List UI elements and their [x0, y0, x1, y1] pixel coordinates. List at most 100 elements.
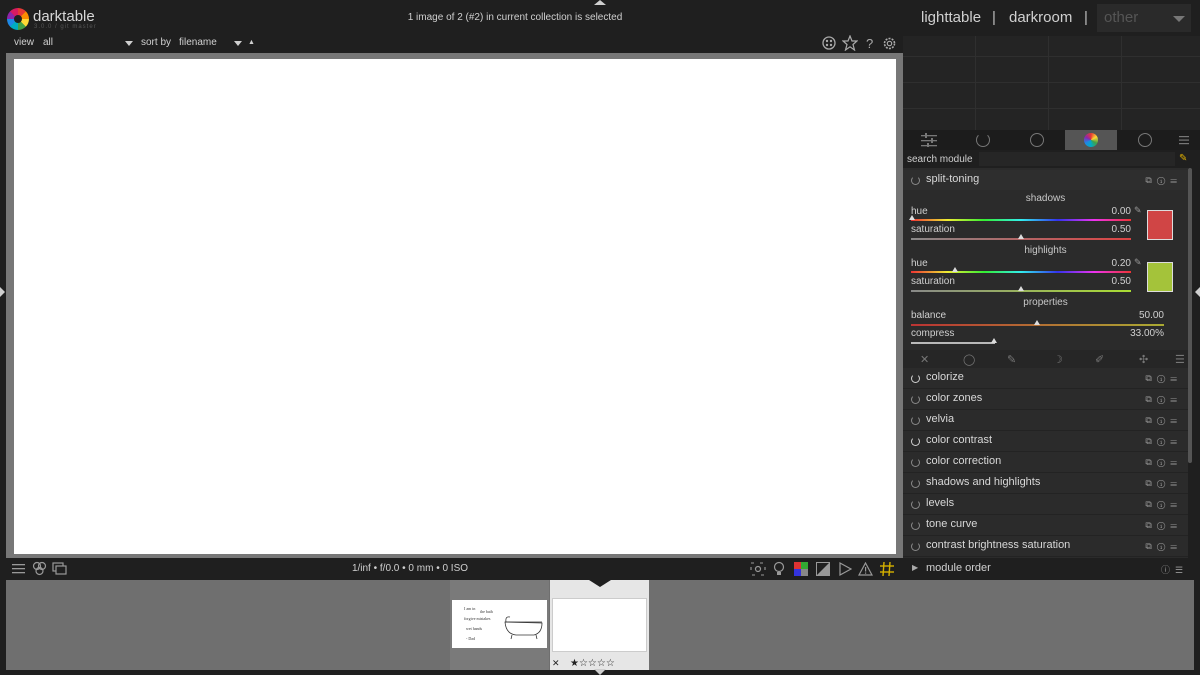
clear-search-icon[interactable]: ✎ — [1179, 153, 1187, 164]
module-row-velvia[interactable]: velvia ⧉ⓘ☰ — [903, 410, 1188, 431]
collapse-right-arrow-icon[interactable] — [1195, 287, 1200, 297]
power-icon[interactable] — [911, 374, 920, 383]
view-separator: | — [1084, 9, 1088, 26]
panel-scrollbar[interactable] — [1188, 168, 1192, 463]
star-rating[interactable]: ★☆☆☆☆ — [570, 658, 615, 669]
power-icon[interactable] — [911, 458, 920, 467]
shadows-color-swatch[interactable] — [1147, 210, 1173, 240]
slider-marker[interactable] — [909, 215, 915, 220]
search-module-input[interactable] — [979, 152, 1175, 166]
tab-effects-group[interactable] — [1119, 130, 1171, 150]
collapse-left-arrow-icon[interactable] — [0, 287, 5, 297]
styles-icon[interactable] — [32, 561, 47, 576]
menu-icon[interactable]: ☰ — [1175, 353, 1185, 366]
filmstrip-thumb[interactable]: I am in the bath forgive mistakes wet ha… — [450, 580, 549, 670]
collapse-top-arrow-icon[interactable] — [594, 0, 606, 5]
view-darkroom[interactable]: darkroom — [1009, 9, 1072, 26]
view-lighttable[interactable]: lighttable — [921, 9, 981, 26]
tab-color-group[interactable] — [1065, 130, 1117, 150]
module-row-color-zones[interactable]: color zones ⧉ⓘ☰ — [903, 389, 1188, 410]
expand-arrow-icon[interactable]: ▶ — [912, 563, 918, 572]
power-icon[interactable] — [911, 542, 920, 551]
slider-marker[interactable] — [952, 267, 958, 272]
grid-icon[interactable] — [822, 36, 836, 50]
help-icon[interactable]: ? — [864, 36, 876, 50]
raw-overexposed-icon[interactable] — [880, 562, 894, 576]
power-icon[interactable] — [911, 395, 920, 404]
module-row-colorize[interactable]: colorize ⧉ⓘ☰ — [903, 368, 1188, 389]
softproof-icon[interactable] — [794, 562, 808, 576]
blend-parametric-mask-icon[interactable]: ☽ — [1053, 353, 1063, 366]
module-row-levels[interactable]: levels ⧉ⓘ☰ — [903, 494, 1188, 515]
power-icon[interactable] — [911, 521, 920, 530]
module-header-split-toning[interactable]: split-toning ⧉ⓘ☰ — [903, 170, 1188, 190]
blend-drawn-parametric-icon[interactable]: ✐ — [1095, 353, 1104, 366]
module-row-color-contrast[interactable]: color contrast ⧉ⓘ☰ — [903, 431, 1188, 452]
overexposed-icon[interactable] — [858, 562, 873, 576]
menu-icon[interactable] — [1179, 135, 1189, 145]
module-buttons[interactable]: ⧉ⓘ☰ — [1145, 457, 1182, 468]
tab-active-modules[interactable] — [957, 130, 1009, 150]
module-buttons[interactable]: ⧉ⓘ☰ — [1145, 478, 1182, 489]
main-image-preview[interactable] — [14, 59, 896, 554]
module-buttons[interactable]: ⧉ⓘ☰ — [1145, 373, 1182, 384]
shadows-hue-slider[interactable] — [911, 219, 1131, 221]
gear-icon[interactable] — [882, 36, 897, 51]
module-buttons[interactable]: ⧉ⓘ☰ — [1145, 175, 1182, 186]
module-buttons[interactable]: ⧉ⓘ☰ — [1145, 541, 1182, 552]
slider-marker[interactable] — [1018, 234, 1024, 239]
view-filter-select[interactable]: all — [43, 37, 53, 48]
sort-direction-button[interactable]: ▲ — [248, 39, 255, 46]
power-icon[interactable] — [911, 479, 920, 488]
module-name: split-toning — [926, 173, 980, 185]
power-icon[interactable] — [911, 500, 920, 509]
module-buttons[interactable]: ⧉ⓘ☰ — [1145, 436, 1182, 447]
slider-marker[interactable] — [1034, 320, 1040, 325]
blend-raster-mask-icon[interactable]: ✣ — [1139, 353, 1148, 366]
guides-icon[interactable] — [838, 562, 852, 576]
module-buttons[interactable]: ⧉ⓘ☰ — [1145, 520, 1182, 531]
chevron-down-icon[interactable] — [234, 41, 242, 46]
tab-basic-group[interactable] — [903, 130, 955, 150]
navigation-preview[interactable] — [903, 36, 1200, 130]
star-icon[interactable] — [842, 35, 858, 51]
slider-marker[interactable] — [991, 338, 997, 343]
module-order-row[interactable]: ▶ module order ⓘ☰ — [903, 559, 1200, 579]
filmstrip-thumb-selected[interactable]: ✕ ★☆☆☆☆ — [550, 580, 649, 670]
slider-marker[interactable] — [1018, 286, 1024, 291]
compress-slider[interactable] — [911, 342, 995, 344]
highlights-color-swatch[interactable] — [1147, 262, 1173, 292]
chevron-down-icon[interactable] — [125, 41, 133, 46]
blend-drawn-mask-icon[interactable]: ✎ — [1007, 353, 1016, 366]
highlights-hue-slider[interactable] — [911, 271, 1131, 273]
app-version: 3.0.0 / git master — [34, 24, 97, 30]
module-name: colorize — [926, 371, 964, 383]
power-icon[interactable] — [911, 176, 920, 185]
color-picker-icon[interactable]: ✎ — [1134, 205, 1142, 216]
tab-tone-group[interactable] — [1011, 130, 1063, 150]
module-buttons[interactable]: ⧉ⓘ☰ — [1145, 499, 1182, 510]
module-row-contrast-brightness-saturation[interactable]: contrast brightness saturation ⧉ⓘ☰ — [903, 536, 1188, 557]
blend-uniform-icon[interactable]: ◯ — [963, 353, 975, 366]
module-buttons[interactable]: ⓘ☰ — [1161, 563, 1188, 576]
module-row-tone-curve[interactable]: tone curve ⧉ⓘ☰ — [903, 515, 1188, 536]
module-buttons[interactable]: ⧉ⓘ☰ — [1145, 394, 1182, 405]
reject-icon[interactable]: ✕ — [552, 658, 560, 669]
module-row-shadows-and-highlights[interactable]: shadows and highlights ⧉ⓘ☰ — [903, 473, 1188, 494]
view-other-dropdown[interactable]: other — [1097, 4, 1191, 32]
blend-off-icon[interactable]: ✕ — [920, 353, 929, 366]
power-icon[interactable] — [911, 437, 920, 446]
power-icon — [976, 133, 990, 147]
color-assessment-icon[interactable] — [773, 561, 785, 576]
color-picker-icon[interactable]: ✎ — [1134, 257, 1142, 268]
second-window-icon[interactable] — [52, 562, 67, 576]
gamut-check-icon[interactable] — [816, 562, 830, 576]
power-icon[interactable] — [911, 416, 920, 425]
section-properties: properties — [1023, 297, 1068, 308]
module-buttons[interactable]: ⧉ⓘ☰ — [1145, 415, 1182, 426]
presets-icon[interactable] — [12, 563, 25, 575]
module-row-color-correction[interactable]: color correction ⧉ⓘ☰ — [903, 452, 1188, 473]
sort-select[interactable]: filename — [179, 37, 217, 48]
collapse-bottom-arrow-icon[interactable] — [594, 669, 606, 675]
focus-peaking-icon[interactable] — [750, 562, 766, 576]
